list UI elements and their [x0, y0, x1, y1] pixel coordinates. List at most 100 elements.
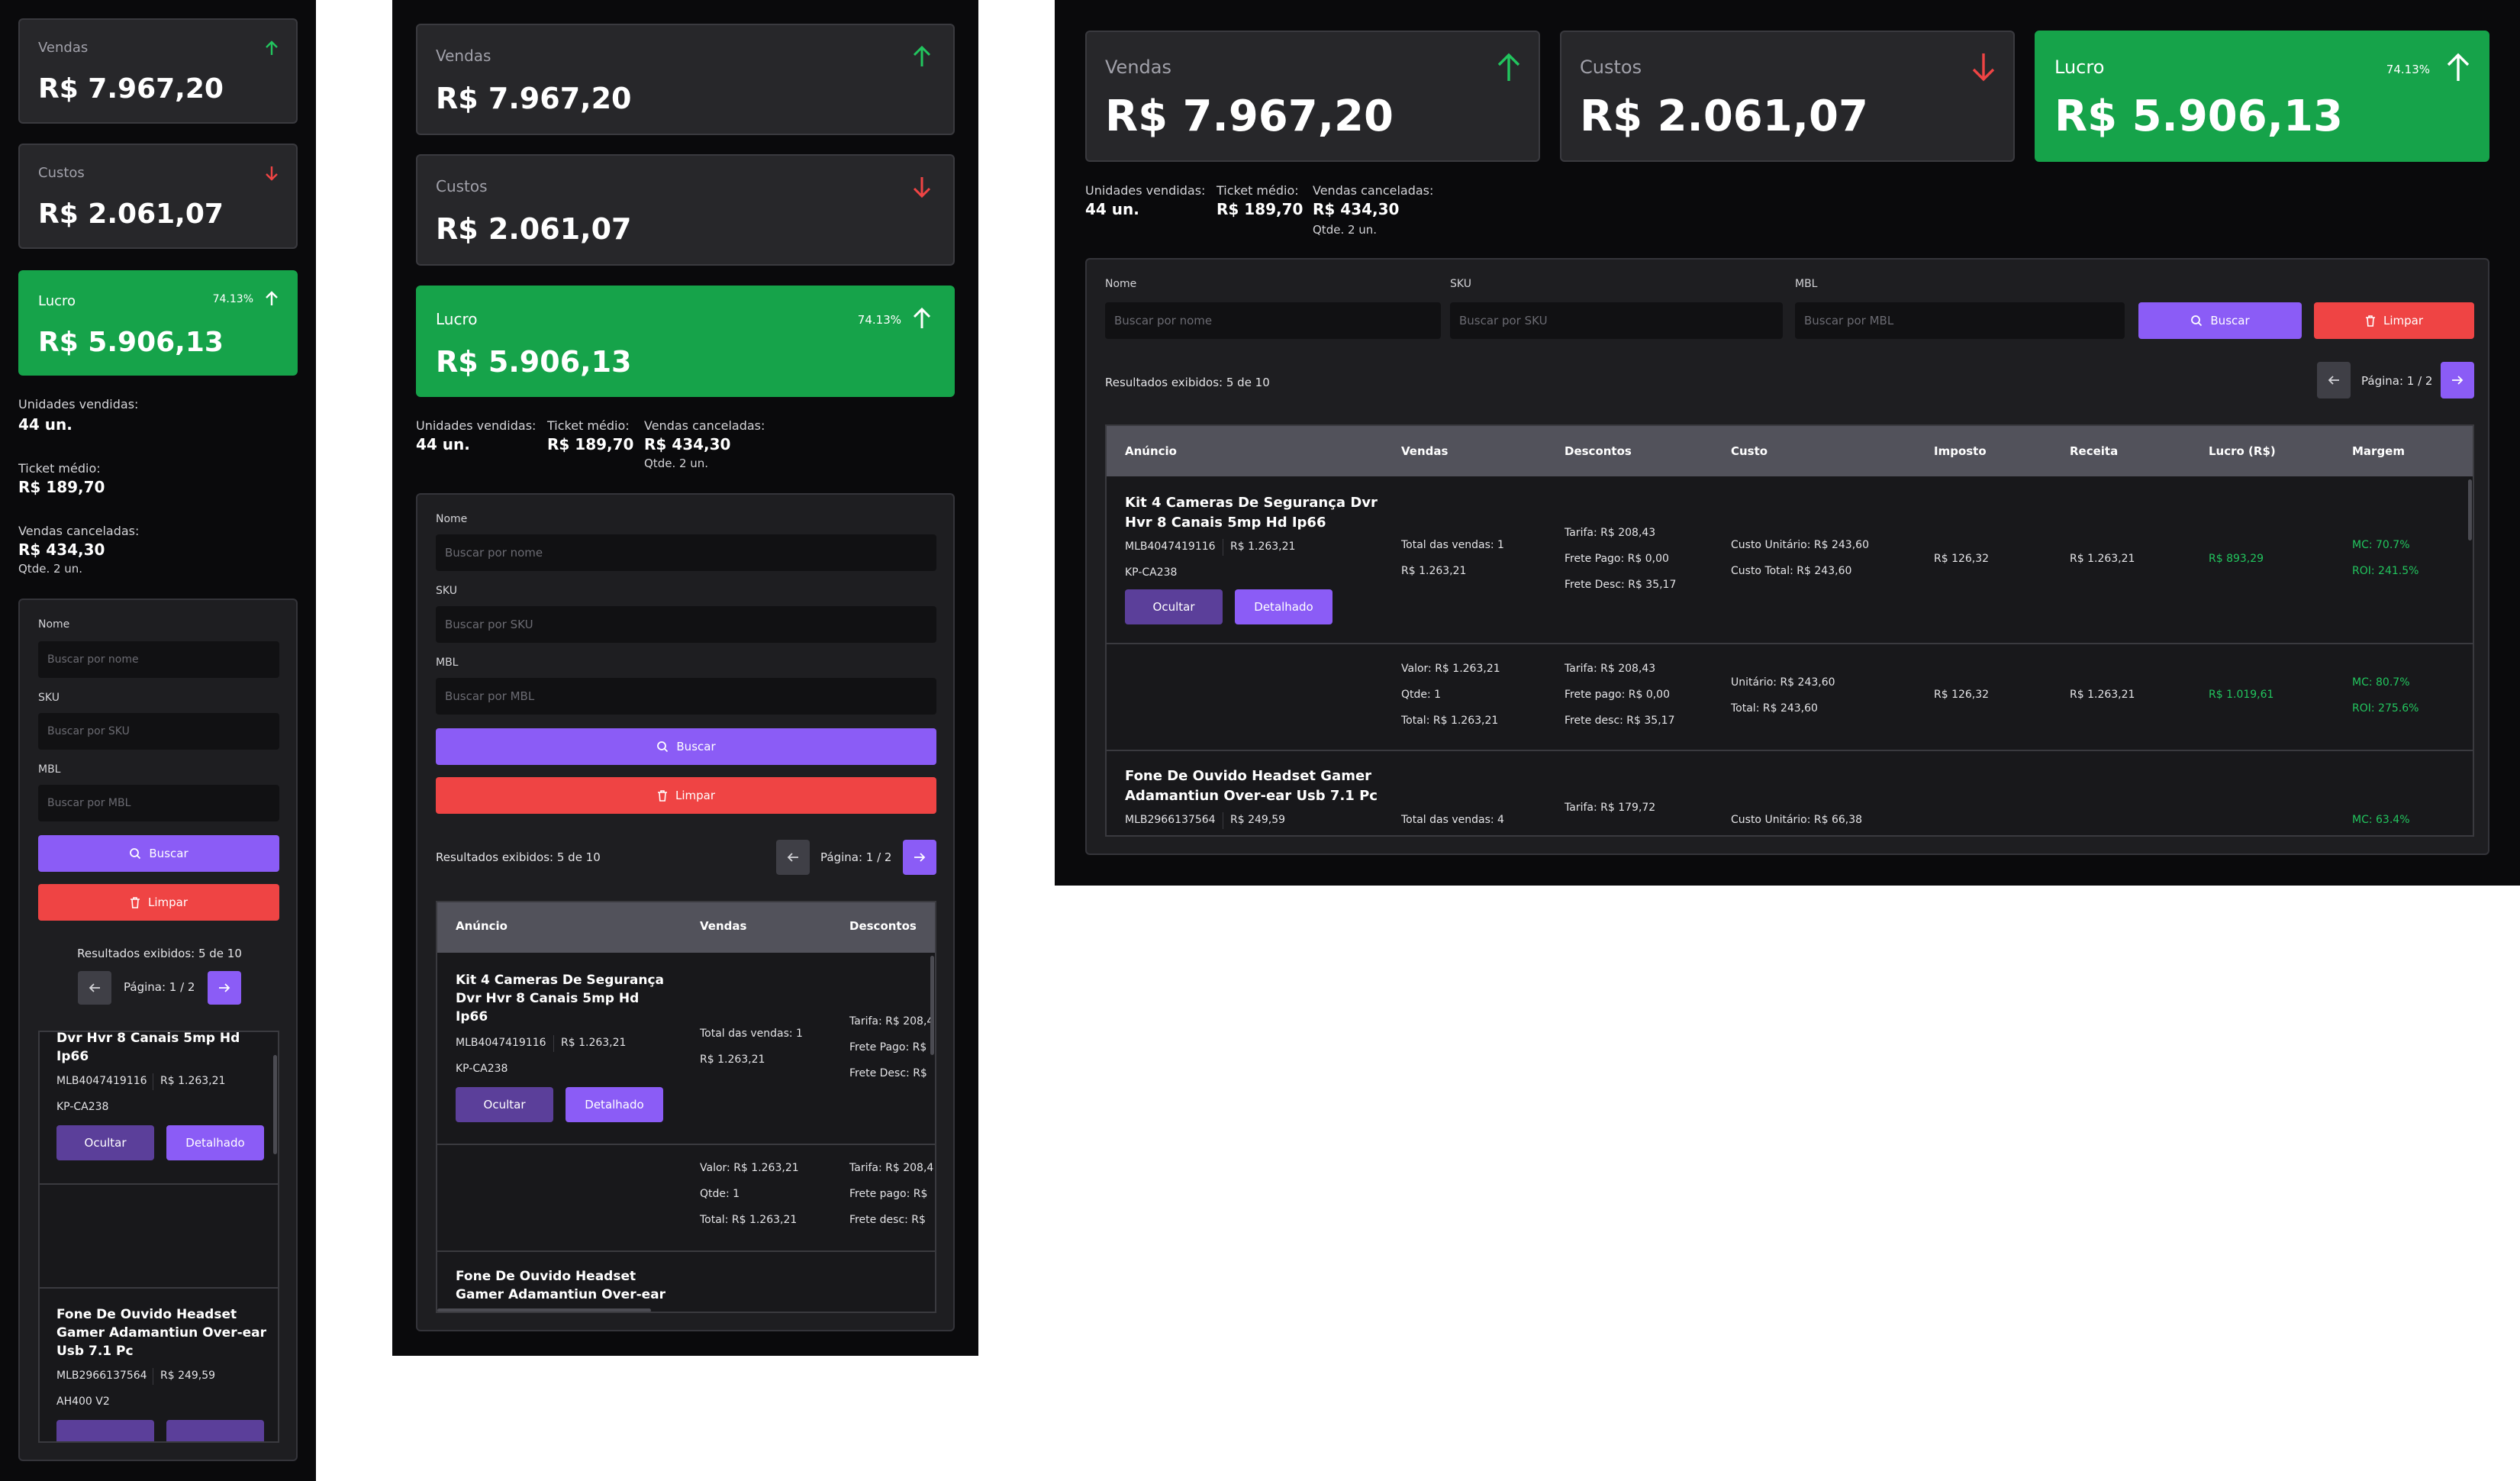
next-page-button[interactable]: [2441, 362, 2474, 398]
detail-revenue: R$ 1.263,21: [2070, 689, 2135, 701]
search-button[interactable]: Buscar: [38, 835, 279, 872]
detail-qtde: Qtde: 1: [700, 1188, 740, 1200]
search-button-label: Buscar: [149, 847, 189, 860]
detail-button[interactable]: [166, 1420, 264, 1441]
detail-button[interactable]: Detalhado: [1235, 589, 1333, 624]
col-lucro: Lucro (R$): [2209, 444, 2276, 458]
sku-input[interactable]: Buscar por SKU: [1450, 302, 1783, 339]
desktop-view: Vendas R$ 7.967,20 Custos R$ 2.061,07 Lu…: [1055, 0, 2520, 886]
profit-card: Lucro 74.13% R$ 5.906,13: [18, 270, 298, 376]
filter-panel: Nome Buscar por nome SKU Buscar por SKU …: [416, 493, 955, 1331]
search-icon: [129, 847, 141, 860]
detail-button[interactable]: Detalhado: [566, 1087, 663, 1122]
sku-placeholder: Buscar por SKU: [445, 618, 533, 631]
margin-mc: MC: 70.7%: [2352, 539, 2410, 551]
costs-value: R$ 2.061,07: [38, 198, 224, 230]
detail-tax: R$ 126,32: [1934, 689, 1990, 701]
clear-button[interactable]: Limpar: [436, 777, 936, 814]
table-scrollbar[interactable]: [273, 1055, 277, 1154]
product-name: Fone De Ouvido Headset Gamer: [1125, 768, 1372, 784]
clear-button[interactable]: Limpar: [2314, 302, 2474, 339]
detail-qtde: Qtde: 1: [1401, 689, 1442, 701]
detail-cost-unit: Unitário: R$ 243,60: [1731, 676, 1835, 689]
next-page-button[interactable]: [208, 971, 241, 1005]
cancel-label: Vendas canceladas:: [644, 418, 765, 433]
product-name: Usb 7.1 Pc: [56, 1344, 134, 1359]
profit-value: R$ 5.906,13: [2054, 92, 2343, 141]
sku-label: SKU: [38, 692, 60, 704]
next-page-button[interactable]: [903, 840, 936, 875]
product-mlb: MLB4047419116: [56, 1075, 147, 1087]
mbl-input[interactable]: Buscar por MBL: [436, 678, 936, 715]
discount-frete-desc: Frete Desc: R$: [849, 1067, 927, 1079]
units-value: 44 un.: [18, 415, 73, 434]
table-scrollbar[interactable]: [930, 956, 934, 1055]
col-receita: Receita: [2070, 444, 2119, 458]
hide-button[interactable]: [56, 1420, 154, 1441]
product-table: Dvr Hvr 8 Canais 5mp Hd Ip66 MLB40474191…: [38, 1031, 279, 1443]
prev-page-button[interactable]: [2317, 362, 2351, 398]
prev-page-button[interactable]: [78, 971, 111, 1005]
hide-button[interactable]: Ocultar: [456, 1087, 553, 1122]
search-button[interactable]: Buscar: [2138, 302, 2302, 339]
row-divider: [437, 1250, 935, 1252]
col-descontos: Descontos: [1565, 444, 1632, 458]
arrow-left-icon: [88, 982, 102, 994]
col-margem: Margem: [2352, 444, 2405, 458]
table-header: Anúncio Vendas Descontos: [437, 902, 935, 953]
ticket-value: R$ 189,70: [547, 435, 634, 453]
mbl-placeholder: Buscar por MBL: [445, 689, 535, 703]
margin-mc: MC: 63.4%: [2352, 814, 2410, 826]
product-name: Hvr 8 Canais 5mp Hd Ip66: [1125, 515, 1326, 531]
prev-page-button[interactable]: [776, 840, 810, 875]
name-input[interactable]: Buscar por nome: [436, 534, 936, 571]
units-value: 44 un.: [416, 435, 470, 453]
arrow-left-icon: [2327, 374, 2341, 386]
product-name: Ip66: [56, 1049, 89, 1064]
product-sku: KP-CA238: [456, 1063, 508, 1075]
sales-value: R$ 1.263,21: [700, 1053, 765, 1066]
product-sku: AH400 V2: [56, 1395, 110, 1408]
product-name: Kit 4 Cameras De Segurança: [456, 973, 664, 988]
costs-card: Custos R$ 2.061,07: [416, 154, 955, 266]
costs-label: Custos: [1580, 56, 1642, 78]
detail-button[interactable]: Detalhado: [166, 1125, 264, 1160]
sku-input[interactable]: Buscar por SKU: [38, 713, 279, 750]
cancel-value: R$ 434,30: [18, 540, 105, 559]
detail-valor: Valor: R$ 1.263,21: [700, 1162, 799, 1174]
mbl-input[interactable]: Buscar por MBL: [1795, 302, 2125, 339]
tablet-view: Vendas R$ 7.967,20 Custos R$ 2.061,07 Lu…: [392, 0, 978, 1356]
profit-value: R$ 5.906,13: [436, 345, 632, 379]
tax-value: R$ 126,32: [1934, 553, 1990, 565]
detail-total: Total: R$ 1.263,21: [1401, 715, 1499, 727]
search-icon: [656, 740, 669, 753]
sales-value: R$ 7.967,20: [38, 73, 224, 105]
col-custo: Custo: [1731, 444, 1768, 458]
mbl-label: MBL: [1795, 278, 1818, 290]
arrow-up-icon: [912, 45, 932, 68]
hide-button[interactable]: Ocultar: [1125, 589, 1223, 624]
product-name: Dvr Hvr 8 Canais 5mp Hd: [456, 991, 640, 1006]
name-input[interactable]: Buscar por nome: [38, 641, 279, 678]
sku-placeholder: Buscar por SKU: [1459, 314, 1548, 327]
sales-value: R$ 7.967,20: [1105, 92, 1394, 141]
product-sku: KP-CA238: [1125, 566, 1178, 579]
sku-input[interactable]: Buscar por SKU: [436, 606, 936, 643]
table-hscrollbar[interactable]: [437, 1308, 651, 1312]
col-vendas: Vendas: [700, 919, 747, 933]
sales-value: R$ 1.263,21: [1401, 565, 1467, 577]
page-indicator: Página: 1 / 2: [2361, 374, 2433, 388]
name-input[interactable]: Buscar por nome: [1105, 302, 1441, 339]
mbl-input[interactable]: Buscar por MBL: [38, 785, 279, 821]
product-price: R$ 1.263,21: [1230, 540, 1296, 553]
search-button[interactable]: Buscar: [436, 728, 936, 765]
table-scrollbar[interactable]: [2468, 479, 2472, 540]
page-indicator: Página: 1 / 2: [124, 980, 195, 994]
hide-button[interactable]: Ocultar: [56, 1125, 154, 1160]
profit-value: R$ 893,29: [2209, 553, 2264, 565]
sales-total: Total das vendas: 1: [700, 1028, 803, 1040]
mbl-label: MBL: [38, 763, 61, 776]
discount-tarifa: Tarifa: R$ 208,4: [849, 1015, 934, 1028]
clear-button[interactable]: Limpar: [38, 884, 279, 921]
mbl-placeholder: Buscar por MBL: [47, 797, 131, 809]
